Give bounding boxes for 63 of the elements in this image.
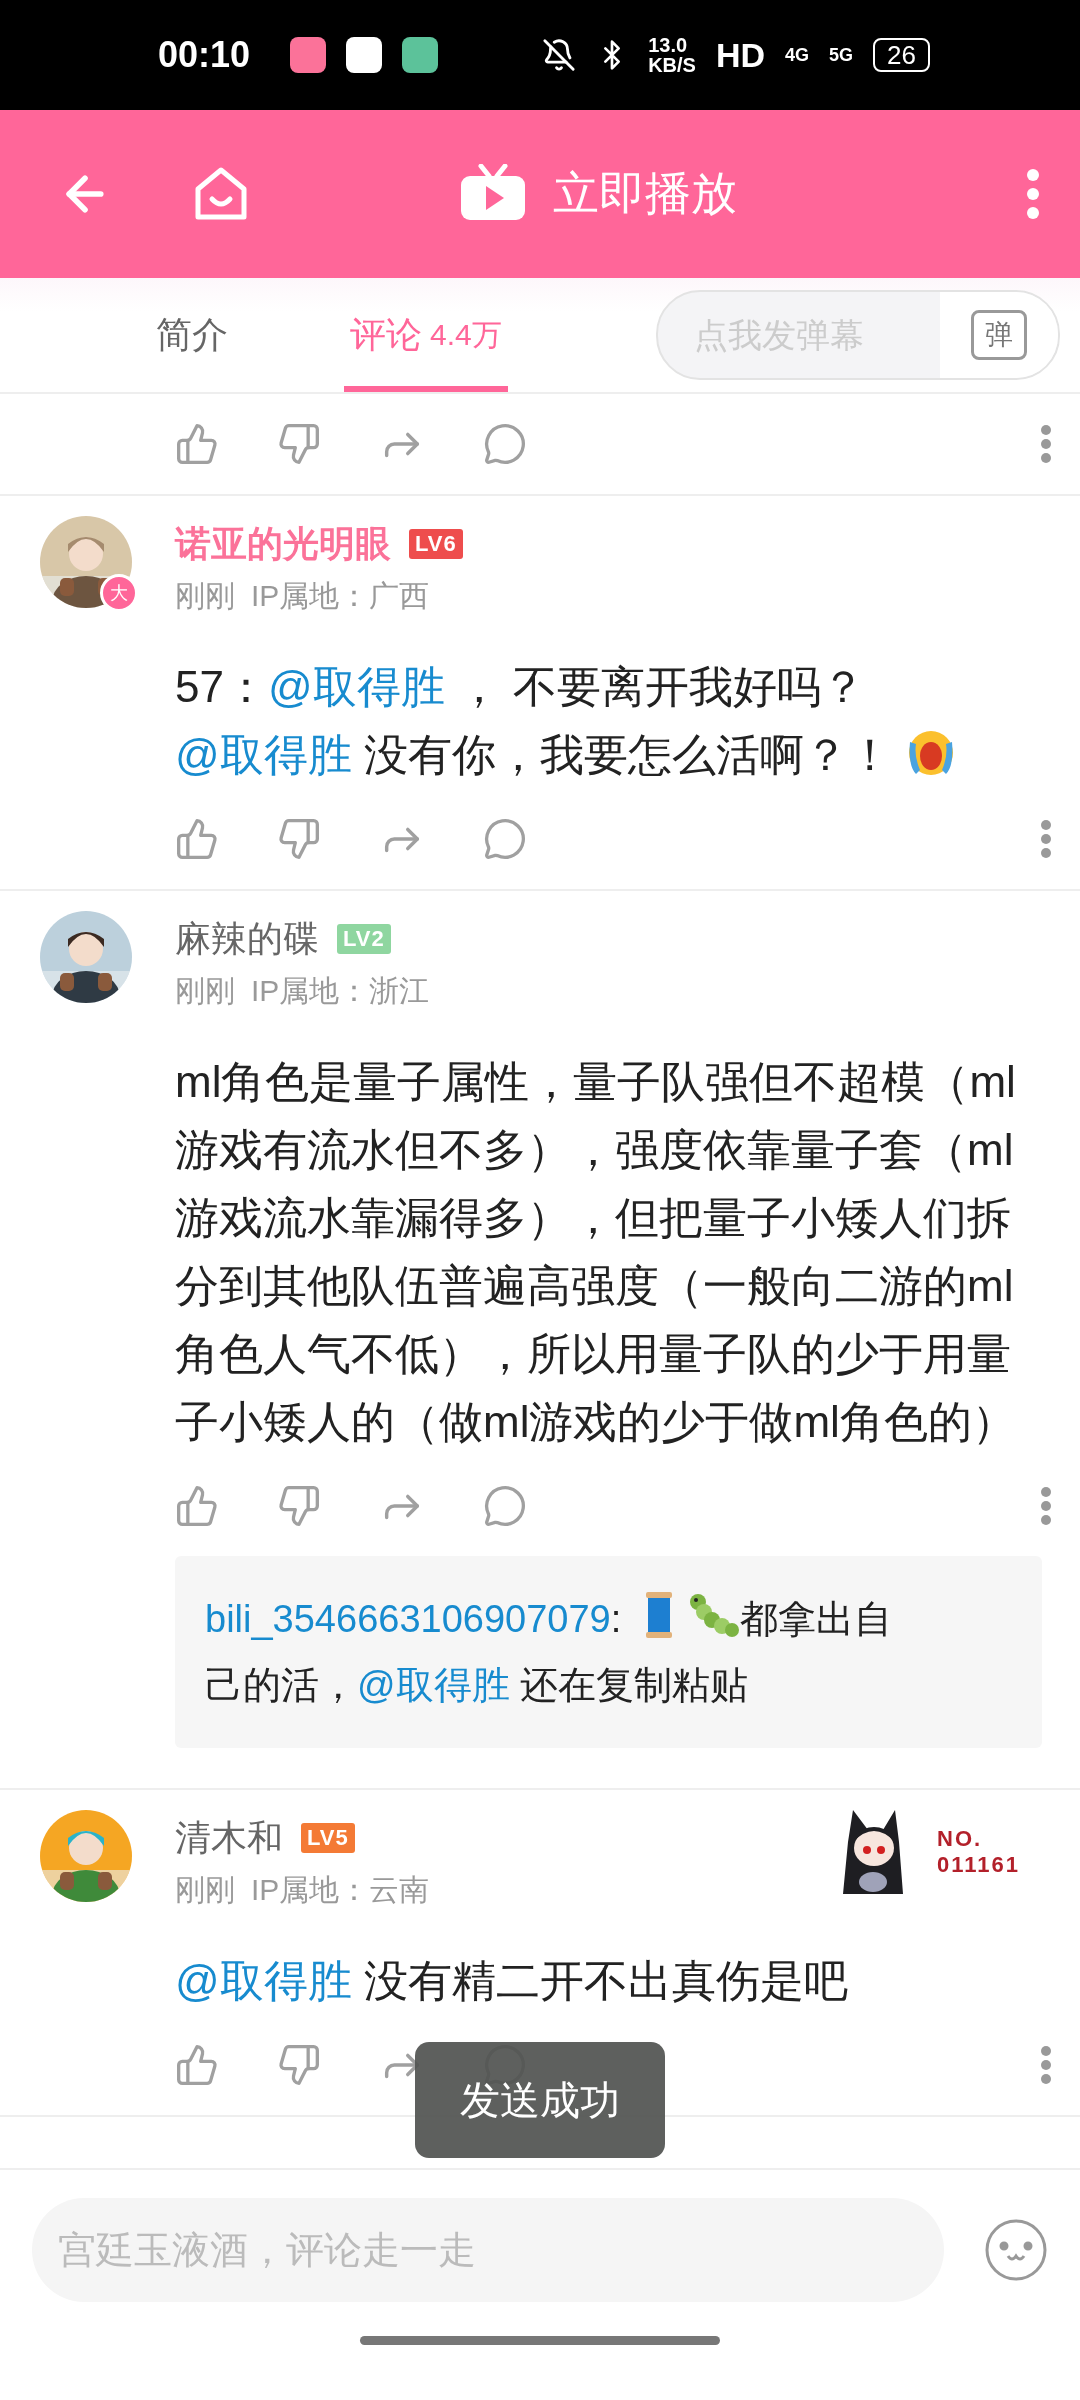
battery-level: 26 bbox=[873, 38, 930, 72]
post-time: 刚刚 bbox=[175, 1872, 235, 1908]
like-button[interactable] bbox=[175, 1484, 219, 1528]
reply-author[interactable]: bili_3546663106907079 bbox=[205, 1598, 611, 1640]
post-time: 刚刚 bbox=[175, 578, 235, 614]
dislike-button[interactable] bbox=[277, 2043, 321, 2087]
mention-link[interactable]: @取得胜 bbox=[267, 662, 445, 711]
danmaku-button[interactable]: 弹 bbox=[940, 292, 1058, 378]
header-title: 立即播放 bbox=[553, 166, 737, 221]
avatar-badge: 大 bbox=[100, 574, 138, 612]
reply-preview[interactable]: bili_3546663106907079: 都拿出自 己的活，@取得胜 还在复制粘贴 bbox=[175, 1556, 1042, 1748]
mention-link[interactable]: @取得胜 bbox=[175, 730, 352, 779]
tab[interactable]: 评论 4.4万 bbox=[344, 278, 508, 392]
reply-text: : bbox=[610, 1598, 623, 1640]
comment-text: 没有精二开不出真伤是吧 bbox=[362, 1956, 848, 2005]
comment-input[interactable]: 宫廷玉液酒，评论走一走 bbox=[32, 2198, 944, 2302]
reply-button[interactable] bbox=[483, 817, 527, 861]
reply-text: 还在复制粘贴 bbox=[519, 1664, 749, 1706]
reply-button[interactable] bbox=[483, 422, 527, 466]
reply-text: 都拿出自 bbox=[739, 1598, 892, 1640]
clock: 00:10 bbox=[158, 34, 251, 76]
ip-location: IP属地：浙江 bbox=[251, 973, 430, 1009]
mute-icon bbox=[542, 38, 577, 72]
level-badge: LV5 bbox=[301, 1823, 355, 1853]
fan-number-label: NO. bbox=[937, 1826, 984, 1852]
comment-text: ml角色是量子属性，量子队强但不超模（ml游戏有流水但不多），强度依靠量子套（ml游戏流水靠漏得多），但把量子小矮人们拆分到其他队伍普遍高强度（一般向二游的ml角色人气不低），所以用量子队的少于用量子小矮人的（做ml游戏的少于做ml角色的） bbox=[175, 1057, 1016, 1446]
mention-link[interactable]: @取得胜 bbox=[357, 1664, 510, 1706]
comment-text: 57： bbox=[175, 662, 268, 711]
ip-location: IP属地：云南 bbox=[251, 1872, 430, 1908]
dislike-button[interactable] bbox=[277, 422, 321, 466]
username[interactable]: 诺亚的光明眼 bbox=[175, 519, 391, 569]
fan-number: 011161 bbox=[937, 1852, 1020, 1878]
more-button[interactable] bbox=[1040, 819, 1052, 859]
more-button[interactable] bbox=[1040, 424, 1052, 464]
reply-button[interactable] bbox=[483, 1484, 527, 1528]
level-badge: LV6 bbox=[409, 529, 463, 559]
post-time: 刚刚 bbox=[175, 973, 235, 1009]
level-badge: LV2 bbox=[337, 924, 391, 954]
reply-text: 己的活， bbox=[205, 1664, 357, 1706]
sent-toast: 发送成功 bbox=[415, 2042, 665, 2158]
comment-text: 没有你，我要怎么活啊？！ bbox=[362, 730, 893, 779]
more-button[interactable] bbox=[1040, 1486, 1052, 1526]
hd-indicator: HD bbox=[715, 35, 766, 75]
dislike-button[interactable] bbox=[277, 817, 321, 861]
username[interactable]: 清木和 bbox=[175, 1813, 283, 1863]
mention-link[interactable]: @取得胜 bbox=[175, 1956, 352, 2005]
signal-label: 4G bbox=[785, 44, 810, 66]
like-button[interactable] bbox=[175, 422, 219, 466]
app-icon bbox=[346, 37, 383, 73]
comment-text: ， 不要离开我好吗？ bbox=[455, 662, 866, 711]
more-button[interactable] bbox=[1026, 168, 1040, 220]
network-speed: 13.0 KB/S bbox=[648, 35, 696, 75]
like-button[interactable] bbox=[175, 2043, 219, 2087]
app-icon bbox=[290, 37, 327, 73]
more-button[interactable] bbox=[1040, 2045, 1052, 2085]
app-icon bbox=[402, 37, 439, 73]
like-button[interactable] bbox=[175, 817, 219, 861]
tab[interactable]: 简介 bbox=[150, 278, 234, 392]
dislike-button[interactable] bbox=[277, 1484, 321, 1528]
signal-label: 5G bbox=[829, 44, 854, 66]
emoji-button[interactable] bbox=[984, 2218, 1048, 2282]
ip-location: IP属地：广西 bbox=[251, 578, 430, 614]
username[interactable]: 麻辣的碟 bbox=[175, 914, 319, 964]
